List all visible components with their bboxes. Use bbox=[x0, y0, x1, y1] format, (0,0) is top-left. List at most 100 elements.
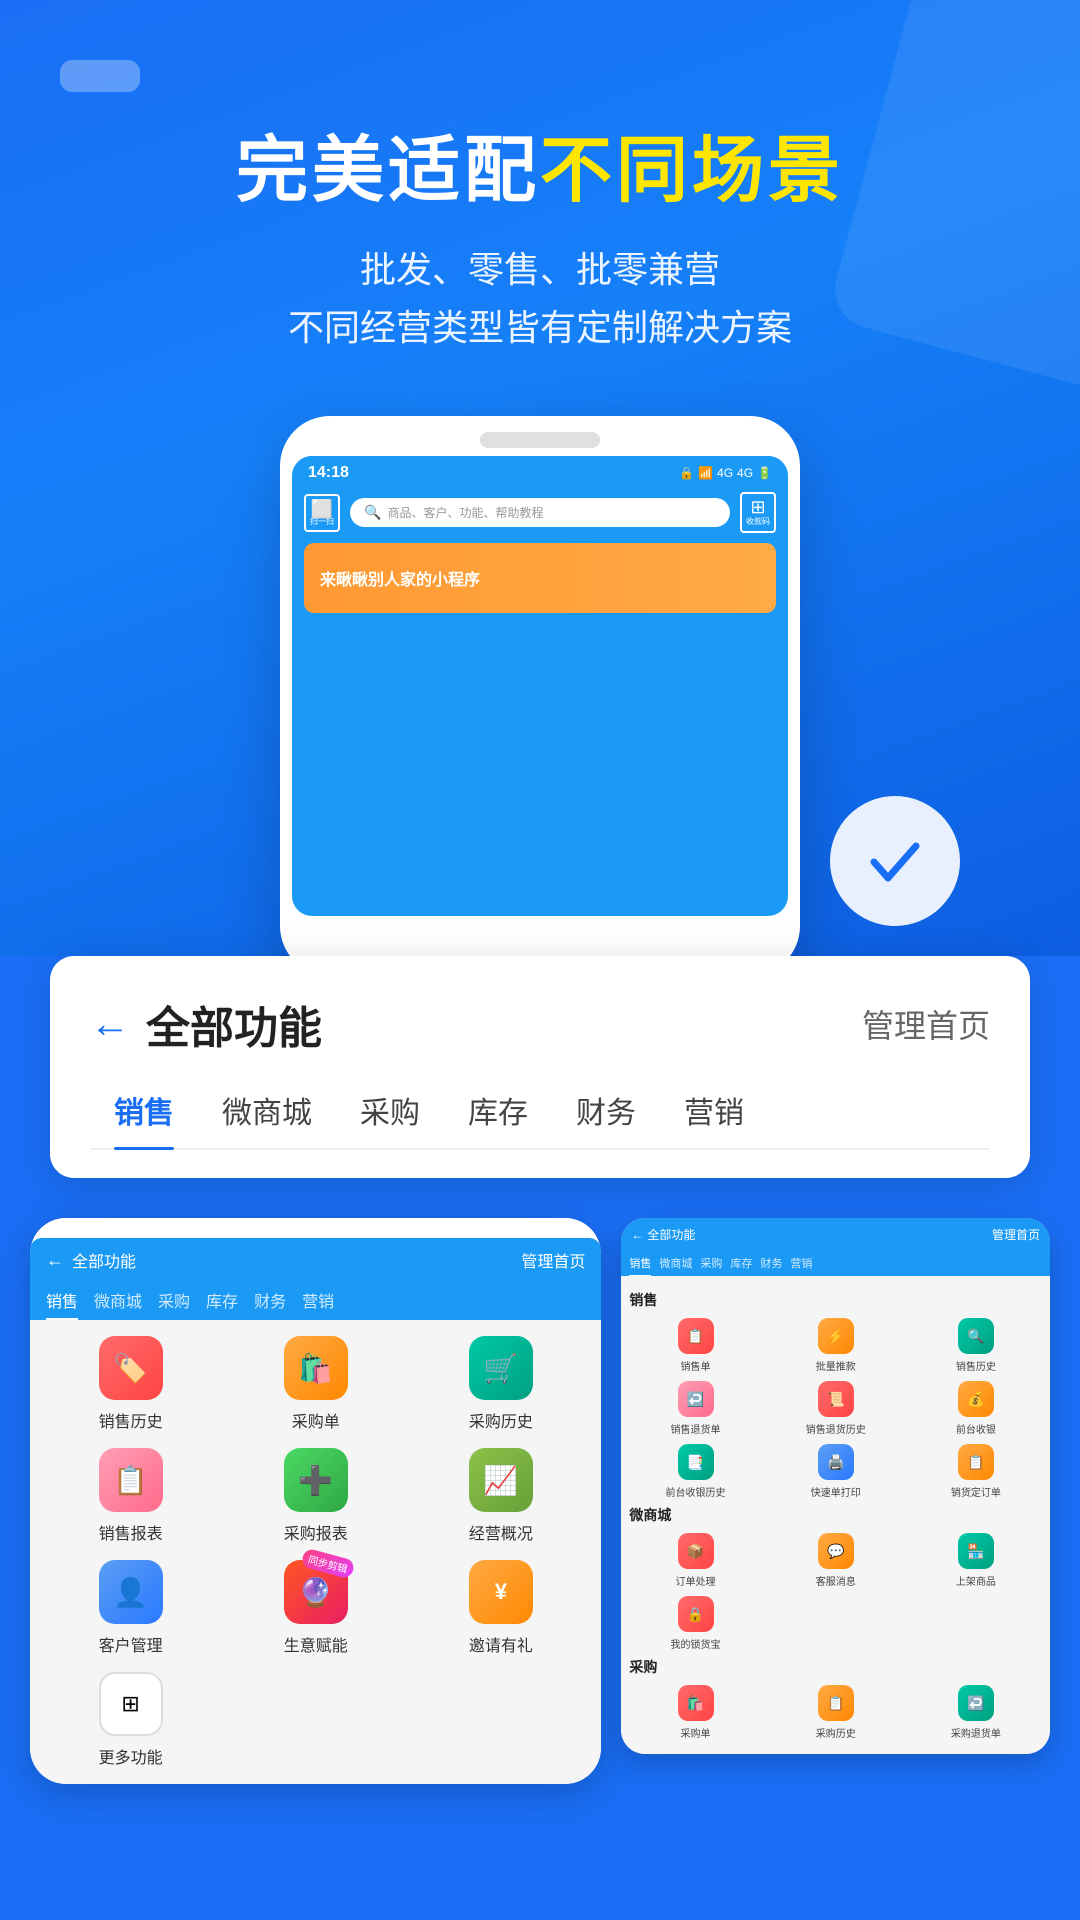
phone-search-bar: ⬜ 扫一扫 🔍 商品、客户、功能、帮助教程 ⊞ 收款码 bbox=[292, 486, 788, 539]
checkmark-circle bbox=[830, 796, 960, 926]
lp-tab-weshop[interactable]: 微商城 bbox=[94, 1288, 142, 1320]
purchase-label: 采购单 bbox=[292, 1408, 340, 1432]
headline-block: 完美适配不同场景 bbox=[60, 132, 1020, 211]
icon-item-purchase-report[interactable]: ➕ 采购报表 bbox=[231, 1448, 400, 1544]
icon-item-sales-history[interactable]: 🏷️ 销售历史 bbox=[46, 1336, 215, 1432]
subtext-block: 批发、零售、批零兼营 不同经营类型皆有定制解决方案 bbox=[60, 241, 1020, 356]
headline-yellow: 不同场景 bbox=[540, 131, 844, 211]
rp-batch-push[interactable]: ⚡ 批量推款 bbox=[770, 1318, 902, 1373]
subline2: 不同经营类型皆有定制解决方案 bbox=[60, 299, 1020, 357]
rp-tab-inventory[interactable]: 库存 bbox=[730, 1255, 752, 1276]
card-title-text: 全部功能 bbox=[146, 992, 322, 1056]
overview-label: 经营概况 bbox=[469, 1520, 533, 1544]
phone-status-bar: 14:18 🔒 📶 4G 4G 🔋 bbox=[292, 456, 788, 486]
rp-order-process[interactable]: 📦 订单处理 bbox=[629, 1533, 761, 1588]
purchase-history-icon: 🛒 bbox=[469, 1336, 533, 1400]
headline-white: 完美适配 bbox=[236, 131, 540, 211]
rp-order-process-icon: 📦 bbox=[678, 1533, 714, 1569]
status-bar bbox=[60, 60, 1020, 92]
phone-time: 14:18 bbox=[308, 464, 349, 482]
rp-fast-print-icon: 🖨️ bbox=[818, 1444, 854, 1480]
rp-sales-order[interactable]: 📋 销售单 bbox=[629, 1318, 761, 1373]
rp-sales-return-hist[interactable]: 📜 销售退货历史 bbox=[770, 1381, 902, 1436]
left-phone-header bbox=[30, 1218, 601, 1238]
subline1: 批发、零售、批零兼营 bbox=[60, 241, 1020, 299]
rp-sales-grid: 📋 销售单 ⚡ 批量推款 🔍 销售历史 ↩️ 销售退货单 📜 销售退货 bbox=[629, 1318, 1042, 1499]
rp-nav-left: ← 全部功能 bbox=[631, 1226, 695, 1243]
left-phone-nav: ← 全部功能 管理首页 bbox=[30, 1238, 601, 1282]
lp-tab-purchase[interactable]: 采购 bbox=[158, 1288, 190, 1320]
lp-tab-finance[interactable]: 财务 bbox=[254, 1288, 286, 1320]
rp-cashier-hist-label: 前台收银历史 bbox=[666, 1484, 726, 1499]
phone-screen: 14:18 🔒 📶 4G 4G 🔋 ⬜ 扫一扫 bbox=[292, 456, 788, 916]
rp-batch-push-icon: ⚡ bbox=[818, 1318, 854, 1354]
card-title: ← 全部功能 bbox=[90, 992, 322, 1056]
rp-tab-weshop[interactable]: 微商城 bbox=[659, 1255, 692, 1276]
rp-pur-hist[interactable]: 📋 采购历史 bbox=[770, 1685, 902, 1740]
rp-tab-marketing[interactable]: 营销 bbox=[790, 1255, 812, 1276]
tab-marketing[interactable]: 营销 bbox=[660, 1080, 768, 1148]
tab-purchase[interactable]: 采购 bbox=[336, 1080, 444, 1148]
more-icon: ⊞ bbox=[99, 1672, 163, 1736]
icon-item-sales-report[interactable]: 📋 销售报表 bbox=[46, 1448, 215, 1544]
back-arrow-icon[interactable]: ← bbox=[90, 1002, 130, 1047]
bottom-section: ← 全部功能 管理首页 销售 微商城 采购 库存 财务 营销 🏷️ 销售历史 🛍… bbox=[0, 1178, 1080, 1844]
tab-finance[interactable]: 财务 bbox=[552, 1080, 660, 1148]
tab-inventory[interactable]: 库存 bbox=[444, 1080, 552, 1148]
phone-status-icons: 🔒 📶 4G 4G 🔋 bbox=[679, 466, 772, 480]
rp-section-weshop: 微商城 bbox=[629, 1505, 1042, 1525]
rp-fast-print[interactable]: 🖨️ 快速单打印 bbox=[770, 1444, 902, 1499]
icon-grid: 🏷️ 销售历史 🛍️ 采购单 🛒 采购历史 📋 销售报表 ➕ bbox=[46, 1336, 585, 1768]
rp-cashier[interactable]: 💰 前台收银 bbox=[910, 1381, 1042, 1436]
manage-link[interactable]: 管理首页 bbox=[862, 1001, 990, 1047]
icon-item-overview[interactable]: 📈 经营概况 bbox=[416, 1448, 585, 1544]
tab-weshop[interactable]: 微商城 bbox=[198, 1080, 336, 1148]
icon-item-customer[interactable]: 👤 客户管理 bbox=[46, 1560, 215, 1656]
tab-sales[interactable]: 销售 bbox=[90, 1080, 198, 1148]
rp-pur-order[interactable]: 🛍️ 采购单 bbox=[629, 1685, 761, 1740]
rp-order-process-label: 订单处理 bbox=[676, 1573, 716, 1588]
rp-pur-return[interactable]: ↩️ 采购退货单 bbox=[910, 1685, 1042, 1740]
rp-sales-return-hist-label: 销售退货历史 bbox=[806, 1421, 866, 1436]
rp-tab-purchase[interactable]: 采购 bbox=[700, 1255, 722, 1276]
lp-tab-inventory[interactable]: 库存 bbox=[206, 1288, 238, 1320]
phone-banner: 来瞅瞅别人家的小程序 bbox=[304, 543, 776, 613]
rp-sales-return-hist-icon: 📜 bbox=[818, 1381, 854, 1417]
rp-sales-history[interactable]: 🔍 销售历史 bbox=[910, 1318, 1042, 1373]
rp-cashier-hist[interactable]: 📑 前台收银历史 bbox=[629, 1444, 761, 1499]
lp-tab-marketing[interactable]: 营销 bbox=[302, 1288, 334, 1320]
rp-purchase-grid: 🛍️ 采购单 📋 采购历史 ↩️ 采购退货单 bbox=[629, 1685, 1042, 1740]
customer-label: 客户管理 bbox=[99, 1632, 163, 1656]
rp-shelf-goods[interactable]: 🏪 上架商品 bbox=[910, 1533, 1042, 1588]
rp-section-sales: 销售 bbox=[629, 1290, 1042, 1310]
icon-item-purchase[interactable]: 🛍️ 采购单 bbox=[231, 1336, 400, 1432]
icon-item-more[interactable]: ⊞ 更多功能 bbox=[46, 1672, 215, 1768]
icon-item-purchase-history[interactable]: 🛒 采购历史 bbox=[416, 1336, 585, 1432]
customer-icon: 👤 bbox=[99, 1560, 163, 1624]
sales-history-label: 销售历史 bbox=[99, 1408, 163, 1432]
rp-sales-order2-label: 销货定订单 bbox=[951, 1484, 1001, 1499]
rp-pur-hist-icon: 📋 bbox=[818, 1685, 854, 1721]
rp-customer-msg[interactable]: 💬 客服消息 bbox=[770, 1533, 902, 1588]
icon-item-business[interactable]: 🔮 同步剪辑 生意赋能 bbox=[231, 1560, 400, 1656]
purchase-history-label: 采购历史 bbox=[469, 1408, 533, 1432]
rp-pur-return-label: 采购退货单 bbox=[951, 1725, 1001, 1740]
status-pill bbox=[60, 60, 140, 92]
lp-tab-sales[interactable]: 销售 bbox=[46, 1288, 78, 1320]
phone-container: 14:18 🔒 📶 4G 4G 🔋 ⬜ 扫一扫 bbox=[60, 416, 1020, 976]
rp-sales-return[interactable]: ↩️ 销售退货单 bbox=[629, 1381, 761, 1436]
rp-cashier-label: 前台收银 bbox=[956, 1421, 996, 1436]
invite-label: 邀请有礼 bbox=[469, 1632, 533, 1656]
rp-batch-push-label: 批量推款 bbox=[816, 1358, 856, 1373]
icon-item-invite[interactable]: ¥ 邀请有礼 bbox=[416, 1560, 585, 1656]
rp-tab-sales[interactable]: 销售 bbox=[629, 1255, 651, 1276]
rp-tab-finance[interactable]: 财务 bbox=[760, 1255, 782, 1276]
rp-sales-order-icon: 📋 bbox=[678, 1318, 714, 1354]
rp-sales-order2[interactable]: 📋 销货定订单 bbox=[910, 1444, 1042, 1499]
rp-customer-msg-label: 客服消息 bbox=[816, 1573, 856, 1588]
rp-lock-goods[interactable]: 🔒 我的锁货宝 bbox=[629, 1596, 761, 1651]
left-phone-content: 🏷️ 销售历史 🛍️ 采购单 🛒 采购历史 📋 销售报表 ➕ bbox=[30, 1320, 601, 1784]
hero-section: 完美适配不同场景 批发、零售、批零兼营 不同经营类型皆有定制解决方案 14:18… bbox=[0, 0, 1080, 976]
left-phone-tabs: 销售 微商城 采购 库存 财务 营销 bbox=[30, 1282, 601, 1320]
phone-notch bbox=[480, 432, 600, 448]
